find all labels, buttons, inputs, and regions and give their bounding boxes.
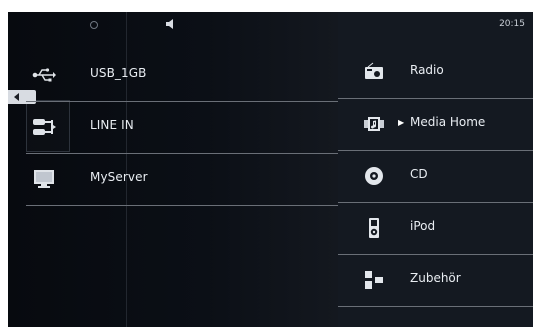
status-circle-icon [90, 21, 98, 29]
menu-item-ipod[interactable]: iPod [338, 202, 533, 255]
selected-arrow-icon: ▶ [398, 118, 405, 127]
menu-label-accessories: Zubehör [410, 271, 461, 285]
source-label-usb: USB_1GB [90, 66, 147, 80]
source-item-myserver[interactable]: MyServer [26, 153, 338, 206]
ipod-icon [369, 218, 379, 238]
accessories-icon [365, 271, 383, 289]
cd-icon [365, 167, 383, 185]
source-list-pane: USB_1GB LINE IN MyServer [8, 12, 338, 327]
source-item-line-in[interactable]: LINE IN [26, 101, 338, 154]
media-home-icon [364, 117, 384, 131]
server-icon [34, 170, 54, 188]
radio-icon [365, 62, 383, 79]
menu-item-radio[interactable]: Radio [338, 46, 533, 99]
menu-label-media-home: Media Home [410, 115, 486, 129]
source-label-myserver: MyServer [90, 170, 148, 184]
menu-item-cd[interactable]: CD [338, 150, 533, 203]
source-item-usb[interactable]: USB_1GB [26, 49, 338, 102]
menu-item-accessories[interactable]: Zubehör [338, 254, 533, 307]
menu-label-radio: Radio [410, 63, 444, 77]
main-menu-pane: 20:15 Radio ▶ Media Home CD iPod Zubehör [338, 12, 533, 327]
clock: 20:15 [499, 19, 525, 29]
screen: USB_1GB LINE IN MyServer 20:15 Radio ▶ M… [8, 12, 533, 327]
left-status-bar [8, 12, 338, 42]
source-label-line-in: LINE IN [90, 118, 134, 132]
usb-icon [32, 68, 56, 82]
speaker-icon [166, 19, 173, 29]
line-in-icon [33, 119, 56, 135]
menu-label-cd: CD [410, 167, 428, 181]
menu-label-ipod: iPod [410, 219, 436, 233]
menu-item-media-home[interactable]: ▶ Media Home [338, 98, 533, 151]
